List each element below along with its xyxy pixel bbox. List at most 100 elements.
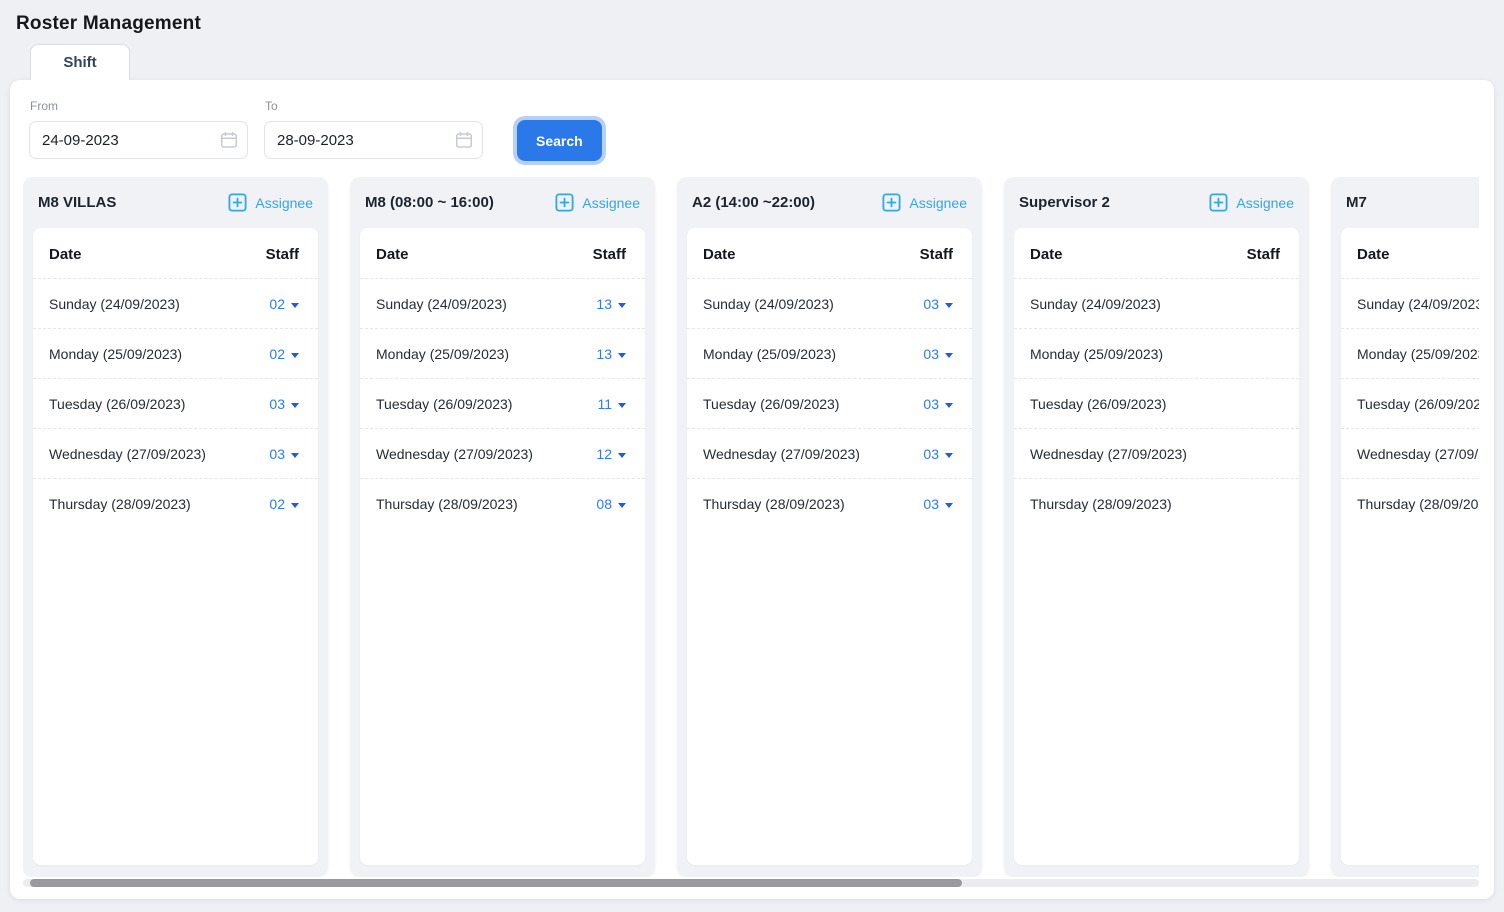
shift-card: M7 Assignee Date Staff Sunday (24/09/202… (1331, 177, 1479, 877)
caret-down-icon (945, 503, 953, 508)
staff-count: 08 (596, 496, 612, 513)
assignee-label: Assignee (1236, 195, 1294, 211)
shift-row: Sunday (24/09/2023) (1014, 279, 1299, 329)
staff-count-dropdown[interactable]: 03 (269, 396, 299, 413)
to-label: To (265, 99, 483, 113)
shift-card-title: Supervisor 2 (1019, 194, 1110, 211)
filters-bar: From To (10, 99, 1494, 161)
staff-count: 13 (596, 346, 612, 363)
shift-row: Thursday (28/09/2023) 03 (687, 479, 972, 528)
staff-count-dropdown[interactable]: 03 (923, 346, 953, 363)
date-column-header: Date (703, 246, 736, 263)
row-date: Thursday (28/09/2023) (703, 496, 845, 513)
caret-down-icon (618, 403, 626, 408)
search-button[interactable]: Search (517, 120, 602, 161)
shift-card-title: M8 VILLAS (38, 194, 116, 211)
scrollbar-thumb[interactable] (30, 879, 962, 887)
table-header-row: Date Staff (687, 228, 972, 279)
row-date: Sunday (24/09/2023) (376, 296, 507, 313)
staff-count: 02 (269, 296, 285, 313)
staff-count: 03 (923, 396, 939, 413)
shift-row: Thursday (28/09/2023) (1341, 479, 1479, 528)
shift-table: Date Staff Sunday (24/09/2023) Monday (25… (1014, 228, 1299, 865)
page-title: Roster Management (0, 0, 1504, 35)
staff-count: 13 (596, 296, 612, 313)
date-column-header: Date (1030, 246, 1063, 263)
staff-count-dropdown[interactable]: 08 (596, 496, 626, 513)
shift-row: Sunday (24/09/2023) 13 (360, 279, 645, 329)
row-date: Wednesday (27/09/2023) (49, 446, 206, 463)
staff-count-dropdown[interactable]: 02 (269, 346, 299, 363)
staff-count-dropdown[interactable]: 02 (269, 496, 299, 513)
row-date: Wednesday (27/09/2023) (703, 446, 860, 463)
row-date: Sunday (24/09/2023) (703, 296, 834, 313)
staff-count: 12 (596, 446, 612, 463)
plus-square-icon (228, 193, 247, 212)
date-column-header: Date (1357, 246, 1390, 263)
row-date: Monday (25/09/2023) (1030, 346, 1163, 363)
shift-table: Date Staff Sunday (24/09/2023)02Monday (… (33, 228, 318, 865)
shift-row: Tuesday (26/09/2023) 03 (687, 379, 972, 429)
to-date-input[interactable] (264, 121, 483, 159)
caret-down-icon (291, 503, 299, 508)
from-date-input[interactable] (29, 121, 248, 159)
shift-card-header: Supervisor 2 Assignee (1004, 177, 1309, 225)
staff-count-dropdown[interactable]: 03 (923, 496, 953, 513)
shift-row: Thursday (28/09/2023) (1014, 479, 1299, 528)
add-assignee-link[interactable]: Assignee (555, 193, 640, 212)
staff-count: 03 (923, 296, 939, 313)
shift-row: Tuesday (26/09/2023) (1014, 379, 1299, 429)
staff-count: 02 (269, 346, 285, 363)
caret-down-icon (618, 453, 626, 458)
caret-down-icon (291, 453, 299, 458)
staff-count-dropdown[interactable]: 11 (597, 396, 626, 413)
caret-down-icon (945, 303, 953, 308)
shift-card: M8 (08:00 ~ 16:00) Assignee Date Staff S… (350, 177, 655, 877)
plus-square-icon (882, 193, 901, 212)
tab-shift[interactable]: Shift (30, 44, 130, 80)
calendar-icon[interactable] (454, 130, 474, 150)
calendar-icon[interactable] (219, 130, 239, 150)
row-date: Wednesday (27/09/2023) (1030, 446, 1187, 463)
shift-row: Tuesday (26/09/2023)11 (360, 379, 645, 429)
staff-column-header: Staff (593, 246, 626, 263)
shift-row: Wednesday (27/09/2023) (1014, 429, 1299, 479)
shift-row: Thursday (28/09/2023)08 (360, 479, 645, 528)
add-assignee-link[interactable]: Assignee (1209, 193, 1294, 212)
staff-count-dropdown[interactable]: 03 (269, 446, 299, 463)
staff-count-dropdown[interactable]: 02 (269, 296, 299, 313)
shift-card-header: M8 (08:00 ~ 16:00) Assignee (350, 177, 655, 225)
table-header-row: Date Staff (1014, 228, 1299, 279)
staff-count-dropdown[interactable]: 12 (596, 446, 626, 463)
staff-count-dropdown[interactable]: 03 (923, 396, 953, 413)
assignee-label: Assignee (582, 195, 640, 211)
shift-row: Sunday (24/09/2023) (1341, 279, 1479, 329)
staff-column-header: Staff (920, 246, 953, 263)
shift-row: Sunday (24/09/2023)02 (33, 279, 318, 329)
shift-card-title: A2 (14:00 ~22:00) (692, 194, 815, 211)
table-header-row: Date Staff (360, 228, 645, 279)
horizontal-scrollbar[interactable] (23, 879, 1479, 887)
row-date: Wednesday (27/09/2023) (376, 446, 533, 463)
table-header-row: Date Staff (1341, 228, 1479, 279)
staff-count: 03 (923, 496, 939, 513)
plus-square-icon (1209, 193, 1228, 212)
staff-count-dropdown[interactable]: 13 (596, 296, 626, 313)
shift-card: A2 (14:00 ~22:00) Assignee Date Staff Su… (677, 177, 982, 877)
add-assignee-link[interactable]: Assignee (228, 193, 313, 212)
row-date: Thursday (28/09/2023) (49, 496, 191, 513)
row-date: Thursday (28/09/2023) (1357, 496, 1479, 513)
staff-count-dropdown[interactable]: 03 (923, 446, 953, 463)
add-assignee-link[interactable]: Assignee (882, 193, 967, 212)
row-date: Tuesday (26/09/2023) (703, 396, 839, 413)
shift-table: Date Staff Sunday (24/09/2023)03Monday (… (687, 228, 972, 865)
shift-table: Date Staff Sunday (24/09/2023)Monday (25… (1341, 228, 1479, 865)
staff-count-dropdown[interactable]: 13 (596, 346, 626, 363)
caret-down-icon (618, 303, 626, 308)
staff-count-dropdown[interactable]: 03 (923, 296, 953, 313)
shift-row: Monday (25/09/2023)13 (360, 329, 645, 379)
staff-count: 03 (923, 446, 939, 463)
row-date: Tuesday (26/09/2023) (1030, 396, 1166, 413)
staff-column-header: Staff (266, 246, 299, 263)
caret-down-icon (945, 453, 953, 458)
